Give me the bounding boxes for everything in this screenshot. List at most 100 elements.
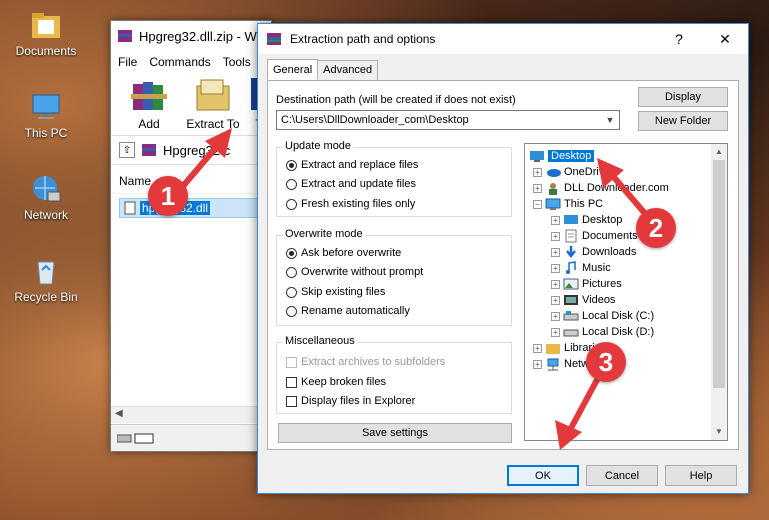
radio-overwrite-without-prompt[interactable]: Overwrite without prompt (286, 266, 423, 278)
file-row[interactable]: hpgreg32.dll (119, 198, 265, 218)
add-button[interactable]: Add (121, 76, 177, 131)
tree-item-onedrive[interactable]: + OneDrive (533, 164, 610, 180)
expand-icon[interactable]: + (551, 327, 560, 337)
menu-commands[interactable]: Commands (149, 55, 210, 69)
radio-ask-before-overwrite[interactable]: Ask before overwrite (286, 247, 401, 259)
expand-icon[interactable]: + (551, 215, 560, 225)
videos-icon (564, 295, 578, 305)
radio[interactable] (286, 266, 297, 278)
tree-label: This PC (564, 198, 604, 210)
expand-icon[interactable]: + (533, 343, 542, 353)
desktop-icon-network[interactable]: Network (10, 174, 82, 222)
tree-label: Pictures (582, 278, 622, 290)
radio[interactable] (286, 305, 297, 317)
desktop-folder-icon (530, 151, 544, 162)
checkbox[interactable] (286, 395, 297, 407)
extraction-dialog: Extraction path and options ? ✕ General … (257, 23, 749, 494)
expand-icon[interactable]: + (533, 167, 542, 177)
up-folder-icon[interactable]: ⇧ (119, 142, 135, 158)
chevron-down-icon[interactable]: ▼ (601, 115, 619, 125)
checkbox-keep-broken-files[interactable]: Keep broken files (286, 376, 386, 388)
radio-skip-existing[interactable]: Skip existing files (286, 286, 385, 298)
dialog-titlebar[interactable]: Extraction path and options ? ✕ (258, 24, 748, 54)
radio-rename-automatically[interactable]: Rename automatically (286, 305, 410, 317)
scroll-thumb[interactable] (713, 160, 725, 388)
annotation-badge-3: 3 (586, 342, 626, 382)
documents-icon (565, 229, 577, 243)
new-folder-button[interactable]: New Folder (638, 111, 728, 131)
winrar-titlebar[interactable]: Hpgreg32.dll.zip - W (111, 21, 271, 51)
desktop-icon-this-pc[interactable]: This PC (10, 92, 82, 140)
folder-tree[interactable]: Desktop + OneDrive + DLL Downloader.com … (524, 143, 728, 441)
expand-icon[interactable]: + (551, 247, 560, 257)
expand-icon[interactable]: + (533, 359, 542, 369)
tree-item-local-disk-d[interactable]: + Local Disk (D:) (551, 324, 654, 340)
radio[interactable] (286, 198, 297, 210)
tree-item-music[interactable]: + Music (551, 260, 611, 276)
checkbox[interactable] (286, 376, 297, 388)
cancel-button[interactable]: Cancel (586, 465, 658, 486)
save-settings-button[interactable]: Save settings (278, 423, 512, 443)
downloads-icon (566, 246, 576, 259)
expand-icon[interactable]: + (551, 311, 560, 321)
display-button[interactable]: Display (638, 87, 728, 107)
scroll-down-icon[interactable]: ▼ (711, 424, 727, 440)
music-icon (566, 261, 576, 274)
menu-file[interactable]: File (118, 55, 137, 69)
winrar-hscrollbar[interactable]: ◀ (111, 406, 271, 423)
scroll-up-icon[interactable]: ▲ (711, 144, 727, 160)
tab-general[interactable]: General (267, 59, 319, 80)
option-label: Skip existing files (301, 286, 386, 298)
winrar-statusbar (111, 424, 271, 451)
radio-fresh-existing[interactable]: Fresh existing files only (286, 198, 415, 210)
tab-advanced[interactable]: Advanced (317, 60, 379, 81)
expand-icon[interactable]: + (551, 263, 560, 273)
close-icon[interactable]: ✕ (702, 24, 748, 54)
network-icon (547, 358, 559, 371)
expand-icon[interactable]: + (551, 295, 560, 305)
help-button[interactable]: Help (665, 465, 737, 486)
desktop-icon-documents[interactable]: Documents (10, 10, 82, 58)
radio-extract-update[interactable]: Extract and update files (286, 178, 416, 190)
tree-item-this-pc[interactable]: − This PC (533, 196, 603, 212)
collapse-icon[interactable]: − (533, 199, 542, 209)
tree-item-dll-downloader[interactable]: + DLL Downloader.com (533, 180, 669, 196)
tree-label: OneDrive (564, 166, 611, 178)
expand-icon[interactable]: + (551, 231, 560, 241)
this-pc-icon (545, 198, 561, 210)
help-title-button[interactable]: ? (656, 24, 702, 54)
destination-path-combo[interactable]: C:\Users\DllDownloader_com\Desktop ▼ (276, 110, 620, 130)
tree-label: Documents (582, 230, 638, 242)
tree-item-desktop[interactable]: Desktop (529, 148, 595, 164)
radio-selected[interactable] (286, 247, 297, 259)
column-header-name[interactable]: Name (111, 169, 271, 194)
ok-button[interactable]: OK (507, 465, 579, 486)
desktop-icon-recycle-bin[interactable]: Recycle Bin (10, 256, 82, 304)
desktop-icon-label: This PC (24, 126, 68, 140)
tree-item-videos[interactable]: + Videos (551, 292, 615, 308)
checkbox-display-in-explorer[interactable]: Display files in Explorer (286, 395, 415, 407)
expand-icon[interactable]: + (533, 183, 542, 193)
radio[interactable] (286, 178, 297, 190)
tree-item-pictures[interactable]: + Pictures (551, 276, 622, 292)
column-name-label: Name (119, 174, 152, 188)
recycle-bin-icon (30, 256, 62, 286)
extract-to-button[interactable]: Extract To (185, 76, 241, 131)
radio[interactable] (286, 286, 297, 298)
expand-icon[interactable]: + (551, 279, 560, 289)
tree-label: Music (582, 262, 611, 274)
tree-item-downloads[interactable]: + Downloads (551, 244, 636, 260)
scroll-left-icon[interactable]: ◀ (115, 408, 123, 419)
tree-item-local-disk-c[interactable]: + Local Disk (C:) (551, 308, 654, 324)
checkbox-extract-to-subfolders[interactable]: Extract archives to subfolders (286, 356, 445, 368)
radio-selected[interactable] (286, 159, 297, 171)
menu-tools[interactable]: Tools (223, 55, 251, 69)
annotation-badge-2: 2 (636, 208, 676, 248)
radio-extract-replace[interactable]: Extract and replace files (286, 159, 418, 171)
tree-item-pc-desktop[interactable]: + Desktop (551, 212, 622, 228)
dialog-title: Extraction path and options (290, 32, 436, 46)
tree-scrollbar[interactable]: ▲ ▼ (711, 144, 727, 440)
this-pc-icon (30, 92, 62, 122)
tree-item-documents[interactable]: + Documents (551, 228, 638, 244)
checkbox[interactable] (286, 356, 297, 368)
